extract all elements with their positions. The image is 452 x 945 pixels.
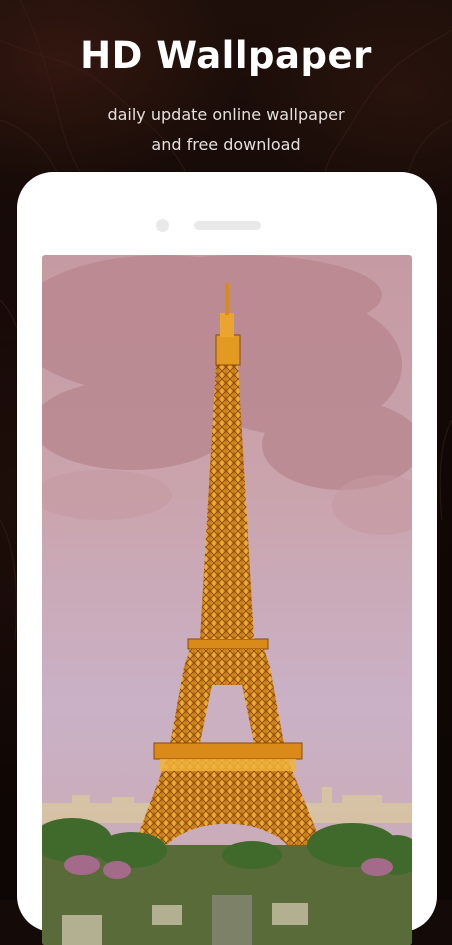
phone-mockup [17,172,437,945]
app-subtitle: daily update online wallpaper and free d… [0,100,452,160]
phone-camera [156,219,169,232]
phone-screen [42,255,412,945]
phone-speaker [194,221,261,230]
app-title: HD Wallpaper [80,34,372,77]
subtitle-line-2: and free download [151,135,301,154]
eiffel-tower-wallpaper [42,255,412,945]
subtitle-line-1: daily update online wallpaper [107,105,345,124]
